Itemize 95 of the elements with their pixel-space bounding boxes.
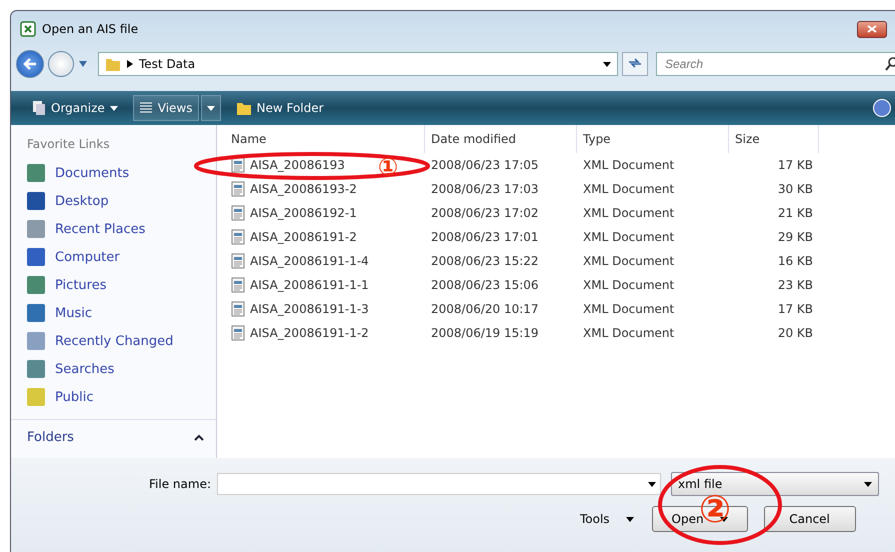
file-name-cell[interactable]: AISA_20086191-1-4 bbox=[225, 253, 373, 269]
file-name-label: File name: bbox=[148, 477, 212, 491]
size-cell-text: 20 KB bbox=[776, 326, 814, 340]
type-cell-text: XML Document bbox=[582, 302, 676, 316]
window-title: Open an AIS file bbox=[42, 22, 138, 36]
document-icon bbox=[231, 205, 245, 221]
place-icon bbox=[27, 276, 45, 294]
search-field[interactable]: Search bbox=[656, 52, 895, 76]
file-name-cell[interactable]: AISA_20086193-2 bbox=[225, 181, 361, 197]
refresh-icon bbox=[628, 56, 642, 68]
place-icon bbox=[27, 388, 45, 406]
size-cell-text: 30 KB bbox=[776, 182, 814, 196]
organize-button[interactable]: Organize bbox=[27, 95, 123, 121]
collapse-chevron-icon[interactable] bbox=[194, 434, 204, 440]
type-cell-text: XML Document bbox=[582, 158, 676, 172]
document-icon bbox=[231, 301, 245, 317]
type-cell-text: XML Document bbox=[582, 230, 676, 244]
pages-icon bbox=[32, 100, 46, 116]
column-header[interactable]: Type bbox=[577, 125, 729, 153]
place-icon bbox=[27, 248, 45, 266]
document-icon bbox=[231, 253, 245, 269]
views-menu-button[interactable] bbox=[200, 95, 220, 121]
file-name-field[interactable] bbox=[217, 473, 661, 495]
tools-button[interactable]: Tools bbox=[576, 512, 638, 526]
file-name-cell[interactable]: AISA_20086191-1-3 bbox=[225, 301, 373, 317]
file-name-cell[interactable]: AISA_20086192-1 bbox=[225, 205, 361, 221]
type-cell-text: XML Document bbox=[582, 206, 676, 220]
sidebar-link[interactable]: Pictures bbox=[27, 271, 216, 299]
folder-icon bbox=[236, 100, 252, 116]
place-icon bbox=[27, 192, 45, 210]
back-arrow-icon bbox=[23, 58, 37, 70]
size-cell-text: 23 KB bbox=[776, 278, 814, 292]
type-cell-text: XML Document bbox=[582, 326, 676, 340]
file-name-cell[interactable]: AISA_20086191-1-2 bbox=[225, 325, 373, 341]
help-icon[interactable] bbox=[873, 99, 891, 117]
size-cell-text: 29 KB bbox=[776, 230, 814, 244]
file-name-cell[interactable]: AISA_20086191-2 bbox=[225, 229, 361, 245]
breadcrumb-arrow-icon bbox=[127, 60, 133, 68]
size-cell-text: 16 KB bbox=[776, 254, 814, 268]
dropdown-caret-icon[interactable] bbox=[603, 62, 611, 66]
new-folder-button[interactable]: New Folder bbox=[230, 95, 329, 121]
date-cell-text: 2008/06/20 10:17 bbox=[430, 302, 540, 316]
back-button[interactable] bbox=[16, 50, 44, 78]
date-cell-text: 2008/06/23 17:05 bbox=[430, 158, 540, 172]
close-icon bbox=[867, 25, 877, 33]
place-icon bbox=[27, 360, 45, 378]
sidebar-link[interactable]: Recent Places bbox=[27, 215, 216, 243]
place-icon bbox=[27, 164, 45, 182]
date-cell-text: 2008/06/23 17:02 bbox=[430, 206, 540, 220]
type-cell-text: XML Document bbox=[582, 182, 676, 196]
document-icon bbox=[231, 181, 245, 197]
date-cell-text: 2008/06/23 15:06 bbox=[430, 278, 540, 292]
file-name-cell[interactable]: AISA_20086193 bbox=[225, 157, 349, 173]
section-heading: Favorite Links bbox=[27, 137, 111, 151]
spreadsheet-icon bbox=[20, 21, 36, 37]
type-cell-text: XML Document bbox=[582, 278, 676, 292]
views-button[interactable]: Views bbox=[132, 95, 198, 121]
date-cell-text: 2008/06/23 17:03 bbox=[430, 182, 540, 196]
document-icon bbox=[231, 277, 245, 293]
folder-icon bbox=[105, 56, 121, 72]
place-icon bbox=[27, 304, 45, 322]
sidebar-link[interactable]: Music bbox=[27, 299, 216, 327]
column-header[interactable]: Size bbox=[729, 125, 819, 153]
sidebar-link[interactable]: Searches bbox=[27, 355, 216, 383]
date-cell-text: 2008/06/23 17:01 bbox=[430, 230, 540, 244]
file-name-cell[interactable]: AISA_20086191-1-1 bbox=[225, 277, 373, 293]
sidebar-link[interactable]: Recently Changed bbox=[27, 327, 216, 355]
search-icon bbox=[885, 57, 895, 71]
sidebar-link[interactable]: Documents bbox=[27, 159, 216, 187]
size-cell-text: 21 KB bbox=[776, 206, 814, 220]
document-icon bbox=[231, 157, 245, 173]
forward-button[interactable] bbox=[48, 51, 74, 77]
folder-path: Test Data bbox=[139, 57, 196, 71]
list-view-icon bbox=[138, 101, 153, 115]
history-caret-icon[interactable] bbox=[78, 60, 88, 68]
refresh-button[interactable] bbox=[622, 52, 648, 76]
sidebar-link[interactable]: Desktop bbox=[27, 187, 216, 215]
document-icon bbox=[231, 229, 245, 245]
place-icon bbox=[27, 220, 45, 238]
close-button[interactable] bbox=[857, 20, 887, 38]
column-header[interactable]: Date modified bbox=[425, 125, 577, 153]
size-cell-text: 17 KB bbox=[776, 302, 814, 316]
date-cell-text: 2008/06/19 15:19 bbox=[430, 326, 540, 340]
address-bar[interactable]: Test Data bbox=[98, 52, 618, 76]
type-cell-text: XML Document bbox=[582, 254, 676, 268]
date-cell-text: 2008/06/23 15:22 bbox=[430, 254, 540, 268]
cancel-button[interactable]: Cancel bbox=[764, 506, 856, 532]
document-icon bbox=[231, 325, 245, 341]
sidebar-link[interactable]: Public bbox=[27, 383, 216, 411]
place-icon bbox=[27, 332, 45, 350]
folders-toggle[interactable]: Folders bbox=[27, 430, 74, 444]
sidebar-link[interactable]: Computer bbox=[27, 243, 216, 271]
size-cell-text: 17 KB bbox=[776, 158, 814, 172]
file-type-dropdown[interactable]: xml file bbox=[671, 472, 879, 496]
column-header[interactable]: Name bbox=[225, 125, 425, 153]
